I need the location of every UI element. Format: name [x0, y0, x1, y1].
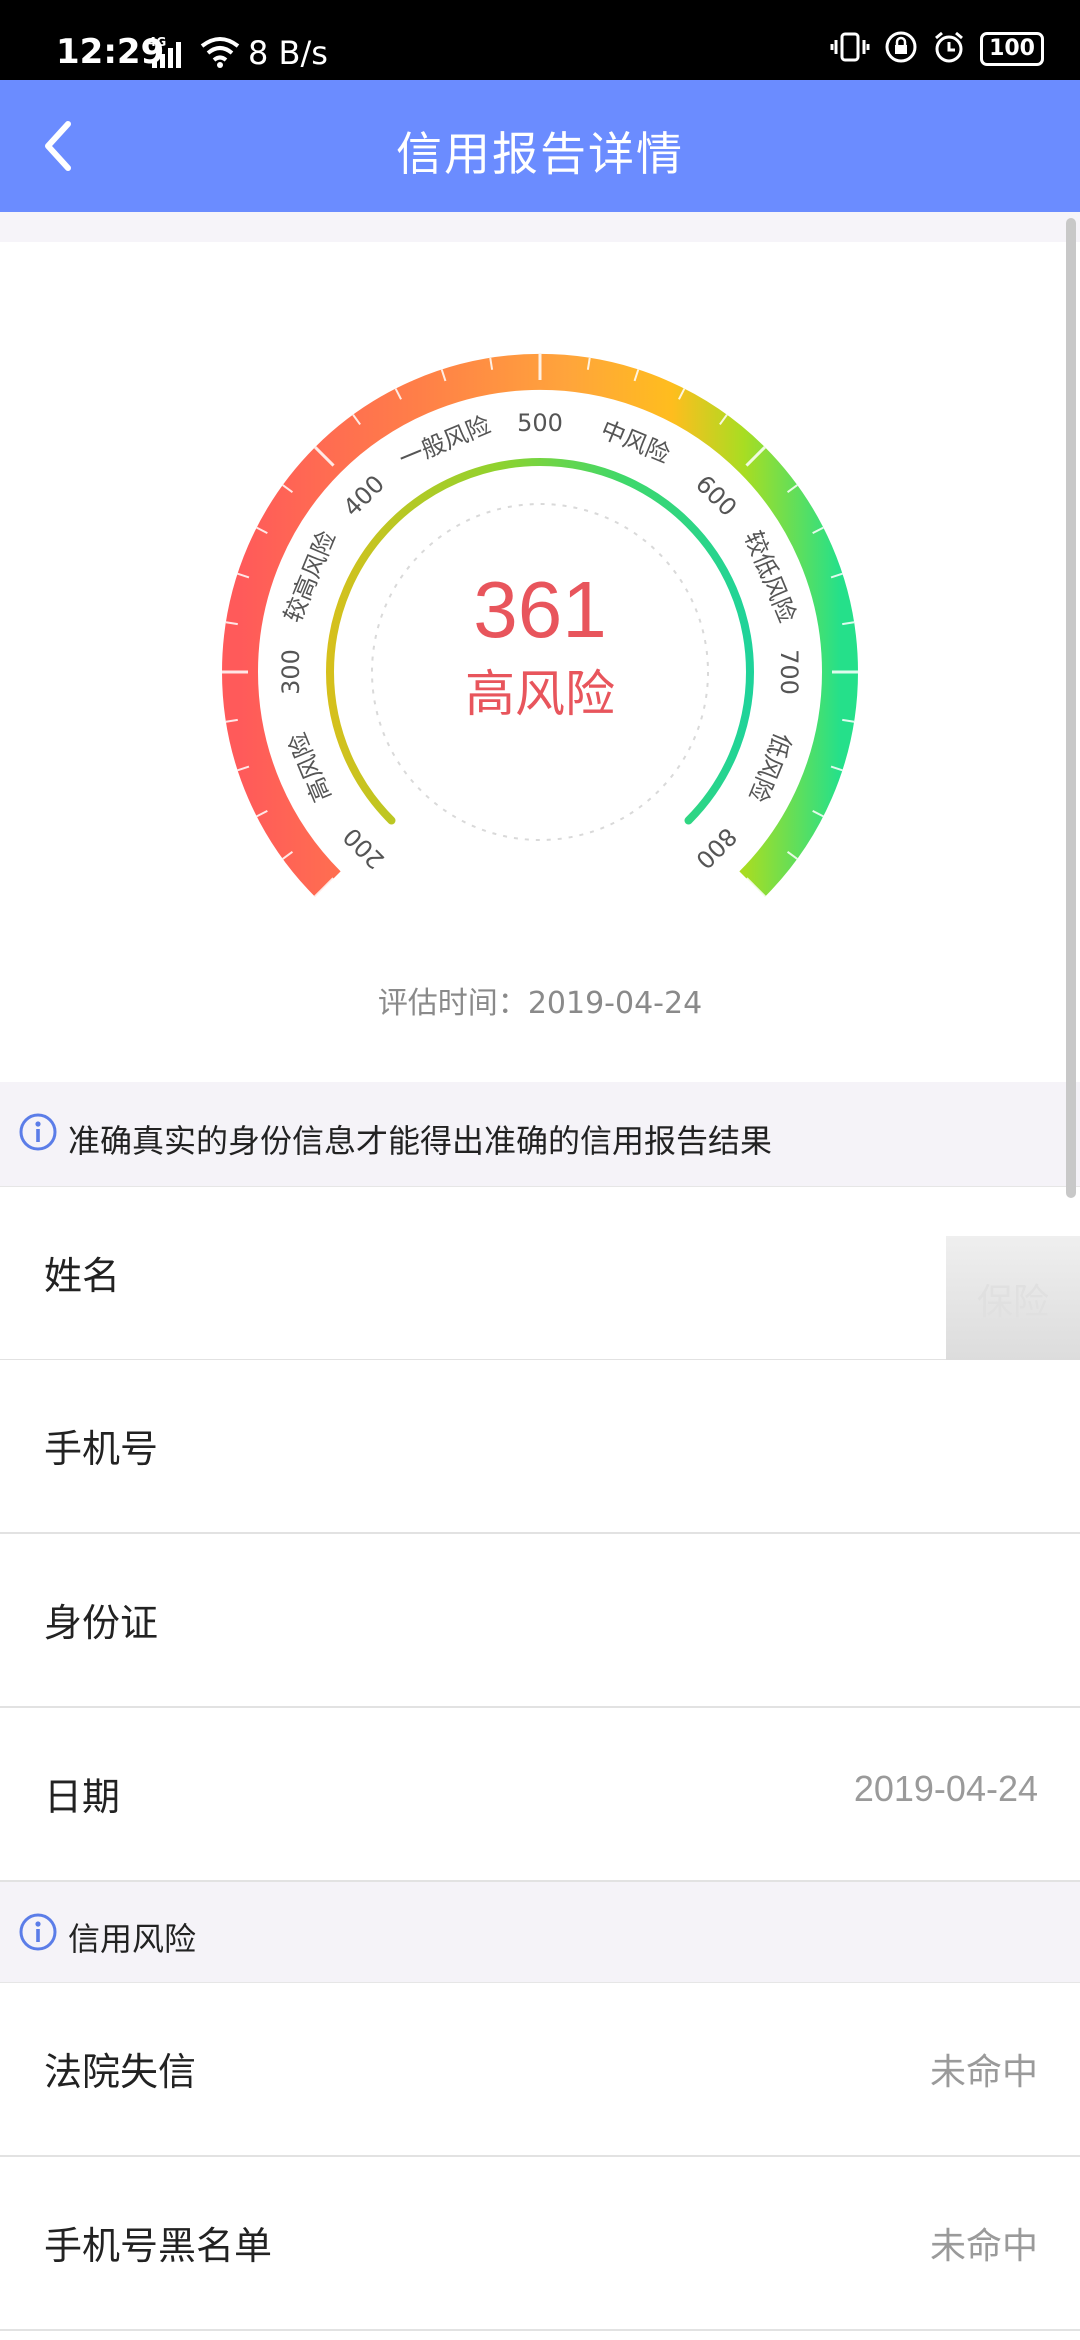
status-bar: 12:29 4G 8 B/s 100	[0, 0, 1080, 80]
app-header: 信用报告详情	[0, 80, 1080, 212]
gauge-tick-label: 800	[690, 822, 742, 874]
gauge-tick-label: 200	[338, 822, 390, 874]
credit-score-value: 361	[473, 565, 607, 654]
watermark-text: 保险	[976, 1282, 1049, 1323]
vibrate-icon	[830, 30, 870, 68]
info-row-name: 姓名	[0, 1187, 1080, 1361]
row-value: 2019-04-24	[853, 1768, 1038, 1809]
top-divider	[0, 212, 1080, 242]
row-value: 未命中	[929, 2051, 1038, 2092]
gauge-tick-label: 600	[690, 470, 742, 522]
evaluation-time: 评估时间：2019-04-24	[0, 978, 1080, 1022]
info-row-date: 日期 2019-04-24	[0, 1708, 1080, 1882]
gauge-band-label: 中风险	[597, 415, 674, 468]
scrollbar[interactable]	[1066, 218, 1076, 1198]
status-icons: 100	[830, 30, 1044, 68]
row-label: 日期	[44, 1775, 121, 1819]
network-speed: 8 B/s	[248, 34, 328, 72]
gauge-tick-label: 500	[517, 409, 563, 437]
credit-score-card: 200 300 400 500 600 700 800 高风险 较高风险 一般风险 中风险 较低风险低…	[0, 242, 1080, 1082]
watermark-overlay: 保险	[946, 1236, 1080, 1362]
risk-row-court-dishonesty: 法院失信 未命中	[0, 1983, 1080, 2157]
info-row-phone: 手机号	[0, 1360, 1080, 1534]
alarm-icon	[932, 30, 966, 68]
evaluation-time-label: 评估时间：	[377, 986, 528, 1021]
wifi-icon	[200, 36, 240, 72]
row-label: 手机号	[44, 1427, 159, 1471]
evaluation-time-date: 2019-04-24	[527, 986, 703, 1021]
identity-section-text: 准确真实的身份信息才能得出准确的信用报告结果	[68, 1122, 773, 1160]
risk-row-phone-blacklist: 手机号黑名单 未命中	[0, 2157, 1080, 2331]
gauge-band-label: 高风险	[283, 729, 336, 806]
risk-section-text: 信用风险	[68, 1920, 197, 1958]
signal-icon: 4G	[148, 34, 192, 74]
gauge-tick-label: 400	[338, 470, 390, 522]
gauge-band-label: 低风险	[743, 729, 796, 806]
battery-icon: 100	[980, 32, 1044, 66]
risk-section-header: 信用风险	[0, 1882, 1080, 1983]
info-icon	[18, 1112, 58, 1156]
lock-rotation-icon	[884, 30, 918, 68]
credit-risk-level: 高风险	[465, 665, 615, 723]
identity-section-header: 准确真实的身份信息才能得出准确的信用报告结果	[0, 1082, 1080, 1187]
network-type: 4G	[148, 35, 166, 49]
row-label: 姓名	[44, 1254, 121, 1298]
info-icon	[18, 1912, 58, 1956]
info-row-id-card: 身份证	[0, 1534, 1080, 1708]
page-title: 信用报告详情	[396, 127, 684, 181]
row-label: 法院失信	[44, 2050, 197, 2094]
row-label: 身份证	[44, 1601, 159, 1645]
row-value: 未命中	[929, 2225, 1038, 2266]
row-label: 手机号黑名单	[44, 2224, 273, 2268]
